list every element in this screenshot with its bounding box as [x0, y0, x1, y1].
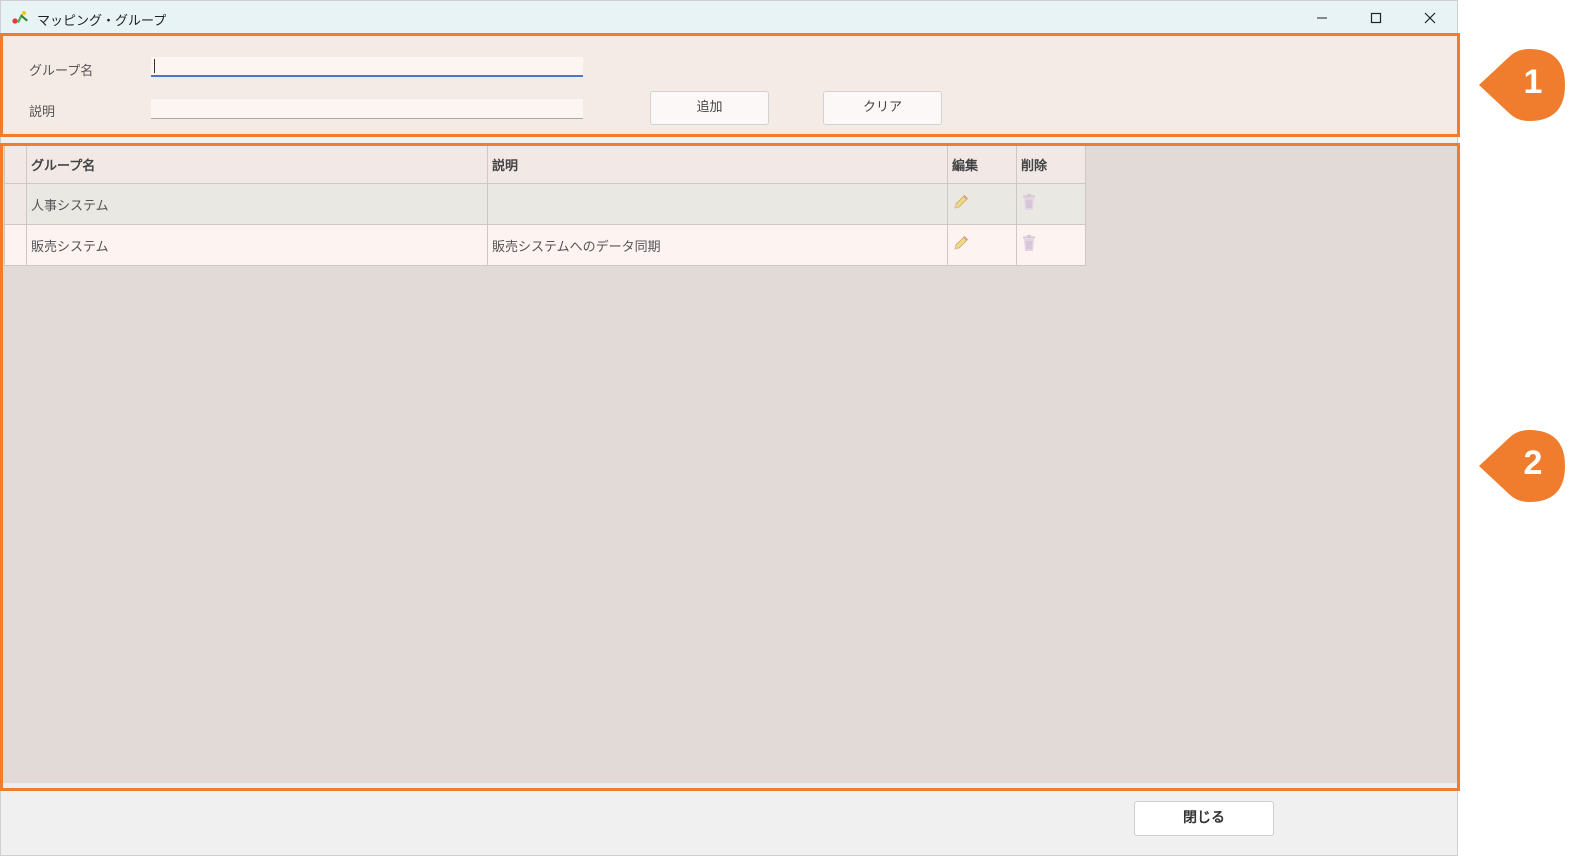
grid-scroll-strip [1, 783, 1459, 791]
group-name-cell[interactable]: 販売システム [26, 224, 488, 266]
trash-icon[interactable] [1021, 193, 1037, 211]
close-button[interactable]: 閉じる [1134, 801, 1274, 836]
clear-button[interactable]: クリア [823, 91, 942, 125]
window-title: マッピング・グループ [37, 14, 167, 29]
table-row[interactable]: 人事システム [4, 183, 1086, 225]
callout-badge-1: 1 [1477, 49, 1567, 121]
maximize-icon [1370, 12, 1382, 24]
callout-number: 1 [1523, 63, 1543, 101]
group-name-input[interactable] [151, 57, 583, 77]
row-selector[interactable] [4, 224, 27, 266]
app-logo-icon [12, 11, 28, 24]
column-header-group-name[interactable]: グループ名 [26, 145, 488, 184]
column-header-selector [4, 145, 27, 184]
mapping-group-window: マッピング・グループ グループ名 説明 追加 クリア グループ名 説明 編集 削… [0, 0, 1459, 856]
delete-cell[interactable] [1016, 183, 1086, 225]
text-caret [151, 57, 161, 77]
pencil-icon[interactable] [952, 193, 970, 211]
trash-icon[interactable] [1021, 234, 1037, 252]
edit-cell[interactable] [947, 224, 1017, 266]
table-row[interactable]: 販売システム 販売システムへのデータ同期 [4, 224, 1086, 266]
add-button[interactable]: 追加 [650, 91, 769, 125]
edit-cell[interactable] [947, 183, 1017, 225]
column-header-edit: 編集 [947, 145, 1017, 184]
description-input[interactable] [151, 99, 583, 119]
close-window-button[interactable] [1403, 1, 1457, 35]
minimize-icon [1317, 17, 1327, 19]
callout-number: 2 [1523, 444, 1543, 482]
maximize-button[interactable] [1349, 1, 1403, 35]
group-name-label: グループ名 [29, 64, 94, 79]
group-name-cell[interactable]: 人事システム [26, 183, 488, 225]
close-icon [1424, 12, 1436, 24]
description-cell[interactable]: 販売システムへのデータ同期 [487, 224, 948, 266]
delete-cell[interactable] [1016, 224, 1086, 266]
pencil-icon[interactable] [952, 234, 970, 252]
description-cell[interactable] [487, 183, 948, 225]
minimize-button[interactable] [1295, 1, 1349, 35]
title-bar: マッピング・グループ [1, 1, 1457, 35]
column-header-description[interactable]: 説明 [487, 145, 948, 184]
group-table: グループ名 説明 編集 削除 人事システム 販売システム 販売システムへのデータ… [4, 145, 1086, 266]
column-header-delete: 削除 [1016, 145, 1086, 184]
description-label: 説明 [29, 105, 56, 120]
callout-badge-2: 2 [1477, 430, 1567, 502]
row-selector[interactable] [4, 183, 27, 225]
table-header-row: グループ名 説明 編集 削除 [4, 145, 1086, 184]
